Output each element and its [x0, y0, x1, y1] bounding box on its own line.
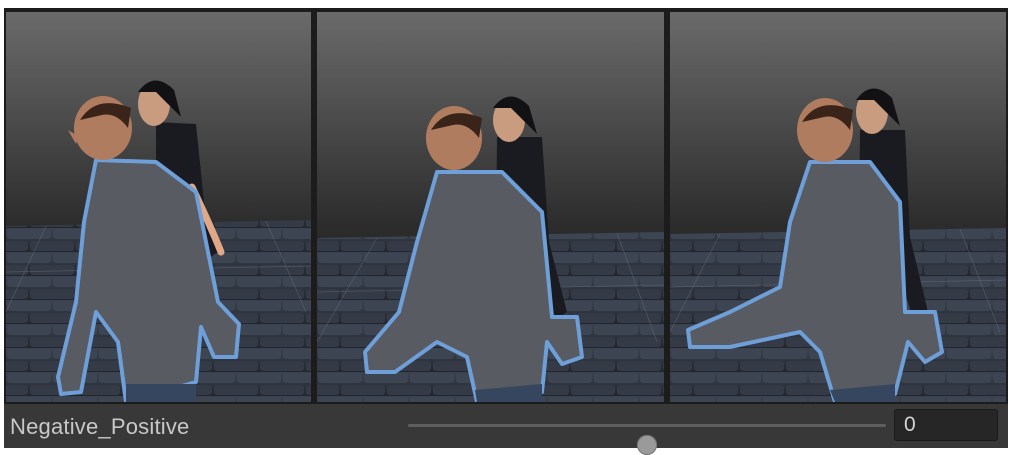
preview-panel-3	[670, 12, 1006, 402]
slider-track[interactable]	[408, 424, 886, 455]
character-viewport	[670, 12, 1006, 402]
character-viewport	[6, 12, 311, 402]
blend-slider-row: Negative_Positive 0	[4, 404, 1008, 455]
slider-label: Negative_Positive	[10, 414, 190, 439]
preview-panel-1	[6, 12, 311, 402]
preview-panel-2	[317, 12, 664, 402]
character-viewport	[317, 12, 664, 402]
slider-thumb[interactable]	[637, 435, 657, 455]
slider-value-field[interactable]: 0	[894, 409, 998, 441]
preview-frame: Negative_Positive 0	[4, 8, 1008, 455]
